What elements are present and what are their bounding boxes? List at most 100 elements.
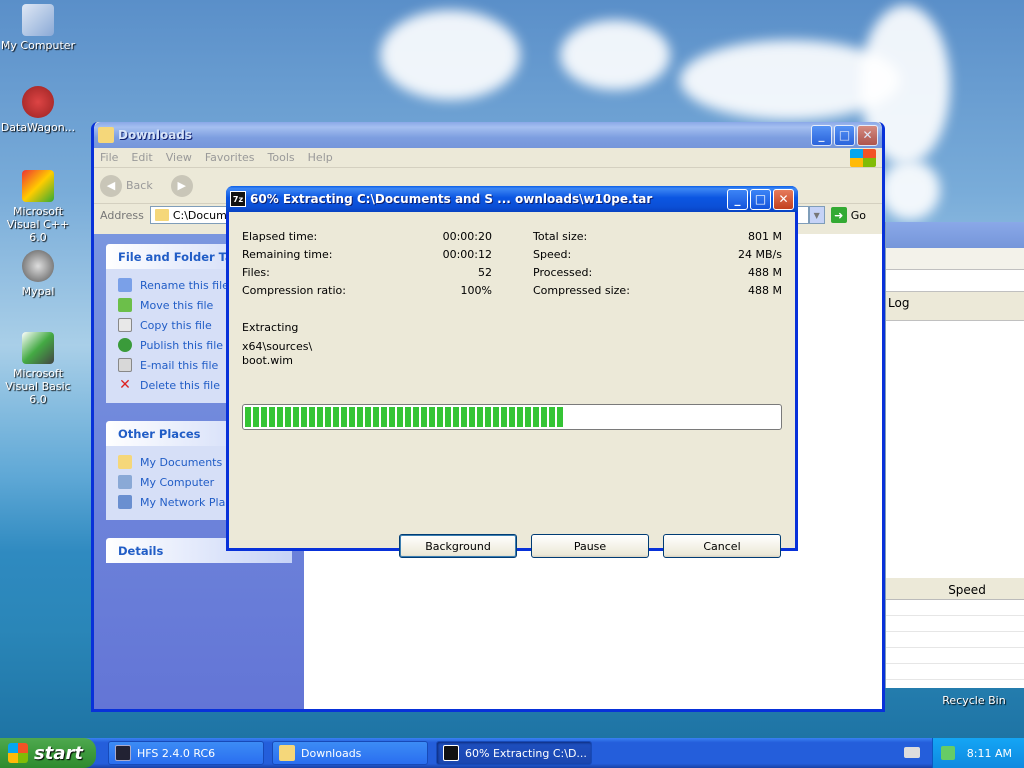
desktop-icon-datawagon[interactable]: DataWagon...	[0, 86, 78, 134]
cloud	[380, 10, 520, 100]
minimize-button[interactable]: _	[811, 124, 832, 146]
datawagon-icon	[22, 86, 54, 118]
close-button[interactable]: ✕	[857, 124, 878, 146]
menu-tools[interactable]: Tools	[268, 151, 295, 164]
back-icon[interactable]: ◀	[100, 174, 122, 197]
network-icon	[118, 495, 132, 509]
windows-flag-icon	[8, 743, 28, 763]
back-button[interactable]: Back	[126, 179, 153, 192]
windows-logo-icon	[850, 148, 876, 167]
desktop-icon-my-computer[interactable]: My Computer	[0, 4, 78, 52]
desktop-icon-label: Mypal	[21, 285, 55, 298]
my-computer-icon	[22, 4, 54, 36]
address-label: Address	[100, 208, 144, 222]
maximize-button[interactable]: □	[834, 124, 855, 146]
folder-icon	[98, 127, 114, 143]
dialog-body: Elapsed time: 00:00:20 Remaining time: 0…	[229, 212, 795, 558]
network-tray-icon[interactable]	[940, 746, 955, 760]
7zip-icon: 7z	[230, 191, 246, 207]
remaining-time-label: Remaining time:	[242, 248, 333, 261]
speed-value: 24 MB/s	[738, 248, 782, 261]
folder-icon	[279, 745, 295, 761]
explorer-titlebar[interactable]: Downloads _ □ ✕	[94, 122, 882, 148]
desktop-icon-label: Microsoft Visual Basic 6.0	[5, 367, 71, 406]
taskbar-item-extracting[interactable]: 60% Extracting C:\D...	[436, 741, 592, 765]
go-icon[interactable]: ➜	[830, 207, 847, 223]
compression-ratio-value: 100%	[460, 284, 492, 297]
remaining-time-value: 00:00:12	[442, 248, 492, 261]
explorer-title: Downloads	[118, 128, 193, 142]
compressed-size-label: Compressed size:	[533, 284, 630, 297]
background-window[interactable]: Log Speed	[884, 222, 1024, 688]
maximize-button[interactable]: □	[750, 188, 771, 210]
go-button[interactable]: Go	[851, 209, 866, 222]
menu-edit[interactable]: Edit	[131, 151, 152, 164]
progress-fill	[245, 407, 566, 427]
background-window-titlebar[interactable]	[886, 222, 1024, 248]
background-button[interactable]: Background	[399, 534, 517, 558]
visual-basic-icon	[22, 332, 54, 364]
cancel-button[interactable]: Cancel	[663, 534, 781, 558]
visual-cpp-icon	[22, 170, 54, 202]
folder-icon	[154, 209, 169, 221]
clock[interactable]: 8:11 AM	[967, 747, 1012, 760]
rename-icon	[118, 278, 132, 292]
dialog-titlebar[interactable]: 7z 60% Extracting C:\Documents and S ...…	[226, 186, 798, 212]
status-label: Extracting	[242, 321, 299, 334]
desktop-icon-recycle-bin[interactable]: Recycle Bin	[934, 694, 1014, 707]
current-file: boot.wim	[242, 354, 294, 367]
compression-ratio-label: Compression ratio:	[242, 284, 346, 297]
desktop-icon-label: Microsoft Visual C++ 6.0	[6, 205, 70, 244]
hfs-icon	[115, 745, 131, 761]
log-tab[interactable]: Log	[886, 292, 1024, 314]
globe-icon	[118, 338, 132, 352]
email-icon	[118, 358, 132, 372]
extract-dialog[interactable]: 7z 60% Extracting C:\Documents and S ...…	[226, 186, 798, 558]
my-computer-icon	[118, 475, 132, 489]
cloud	[560, 20, 670, 90]
progress-bar	[242, 404, 782, 430]
current-path: x64\sources\	[242, 340, 313, 353]
address-dropdown-button[interactable]: ▼	[808, 206, 825, 224]
dialog-title: 60% Extracting C:\Documents and S ... ow…	[250, 192, 653, 206]
7zip-icon	[443, 745, 459, 761]
desktop-icon-mypal[interactable]: Mypal	[0, 250, 78, 298]
taskbar-item-downloads[interactable]: Downloads	[272, 741, 428, 765]
menu-favorites[interactable]: Favorites	[205, 151, 255, 164]
copy-icon	[118, 318, 132, 332]
menu-bar: File Edit View Favorites Tools Help	[94, 148, 882, 168]
desktop-icon-label: My Computer	[0, 39, 76, 52]
desktop-icon-visual-basic[interactable]: Microsoft Visual Basic 6.0	[0, 332, 78, 406]
menu-view[interactable]: View	[166, 151, 192, 164]
folder-icon	[118, 455, 132, 469]
forward-icon[interactable]: ▶	[170, 174, 193, 197]
move-icon	[118, 298, 132, 312]
mypal-icon	[22, 250, 54, 282]
taskbar: start HFS 2.4.0 RC6 Downloads 60% Extrac…	[0, 738, 1024, 768]
close-button[interactable]: ✕	[773, 188, 794, 210]
desktop-icon-label: DataWagon...	[0, 121, 76, 134]
files-label: Files:	[242, 266, 270, 279]
speed-label: Speed:	[533, 248, 572, 261]
speed-column-header[interactable]: Speed	[886, 580, 1024, 600]
elapsed-time-value: 00:00:20	[442, 230, 492, 243]
system-tray: 8:11 AM	[932, 738, 1024, 768]
cloud	[880, 160, 940, 220]
desktop-icon-label: Recycle Bin	[942, 694, 1006, 707]
pause-button[interactable]: Pause	[531, 534, 649, 558]
total-size-value: 801 M	[748, 230, 782, 243]
processed-label: Processed:	[533, 266, 593, 279]
menu-file[interactable]: File	[100, 151, 118, 164]
taskbar-item-hfs[interactable]: HFS 2.4.0 RC6	[108, 741, 264, 765]
start-button[interactable]: start	[0, 738, 96, 768]
minimize-button[interactable]: _	[727, 188, 748, 210]
compressed-size-value: 488 M	[748, 284, 782, 297]
desktop-icon-visual-cpp[interactable]: Microsoft Visual C++ 6.0	[0, 170, 78, 244]
files-value: 52	[478, 266, 492, 279]
menu-help[interactable]: Help	[308, 151, 333, 164]
keyboard-icon[interactable]	[904, 747, 920, 758]
total-size-label: Total size:	[533, 230, 588, 243]
delete-icon: ✕	[119, 377, 131, 393]
elapsed-time-label: Elapsed time:	[242, 230, 318, 243]
processed-value: 488 M	[748, 266, 782, 279]
